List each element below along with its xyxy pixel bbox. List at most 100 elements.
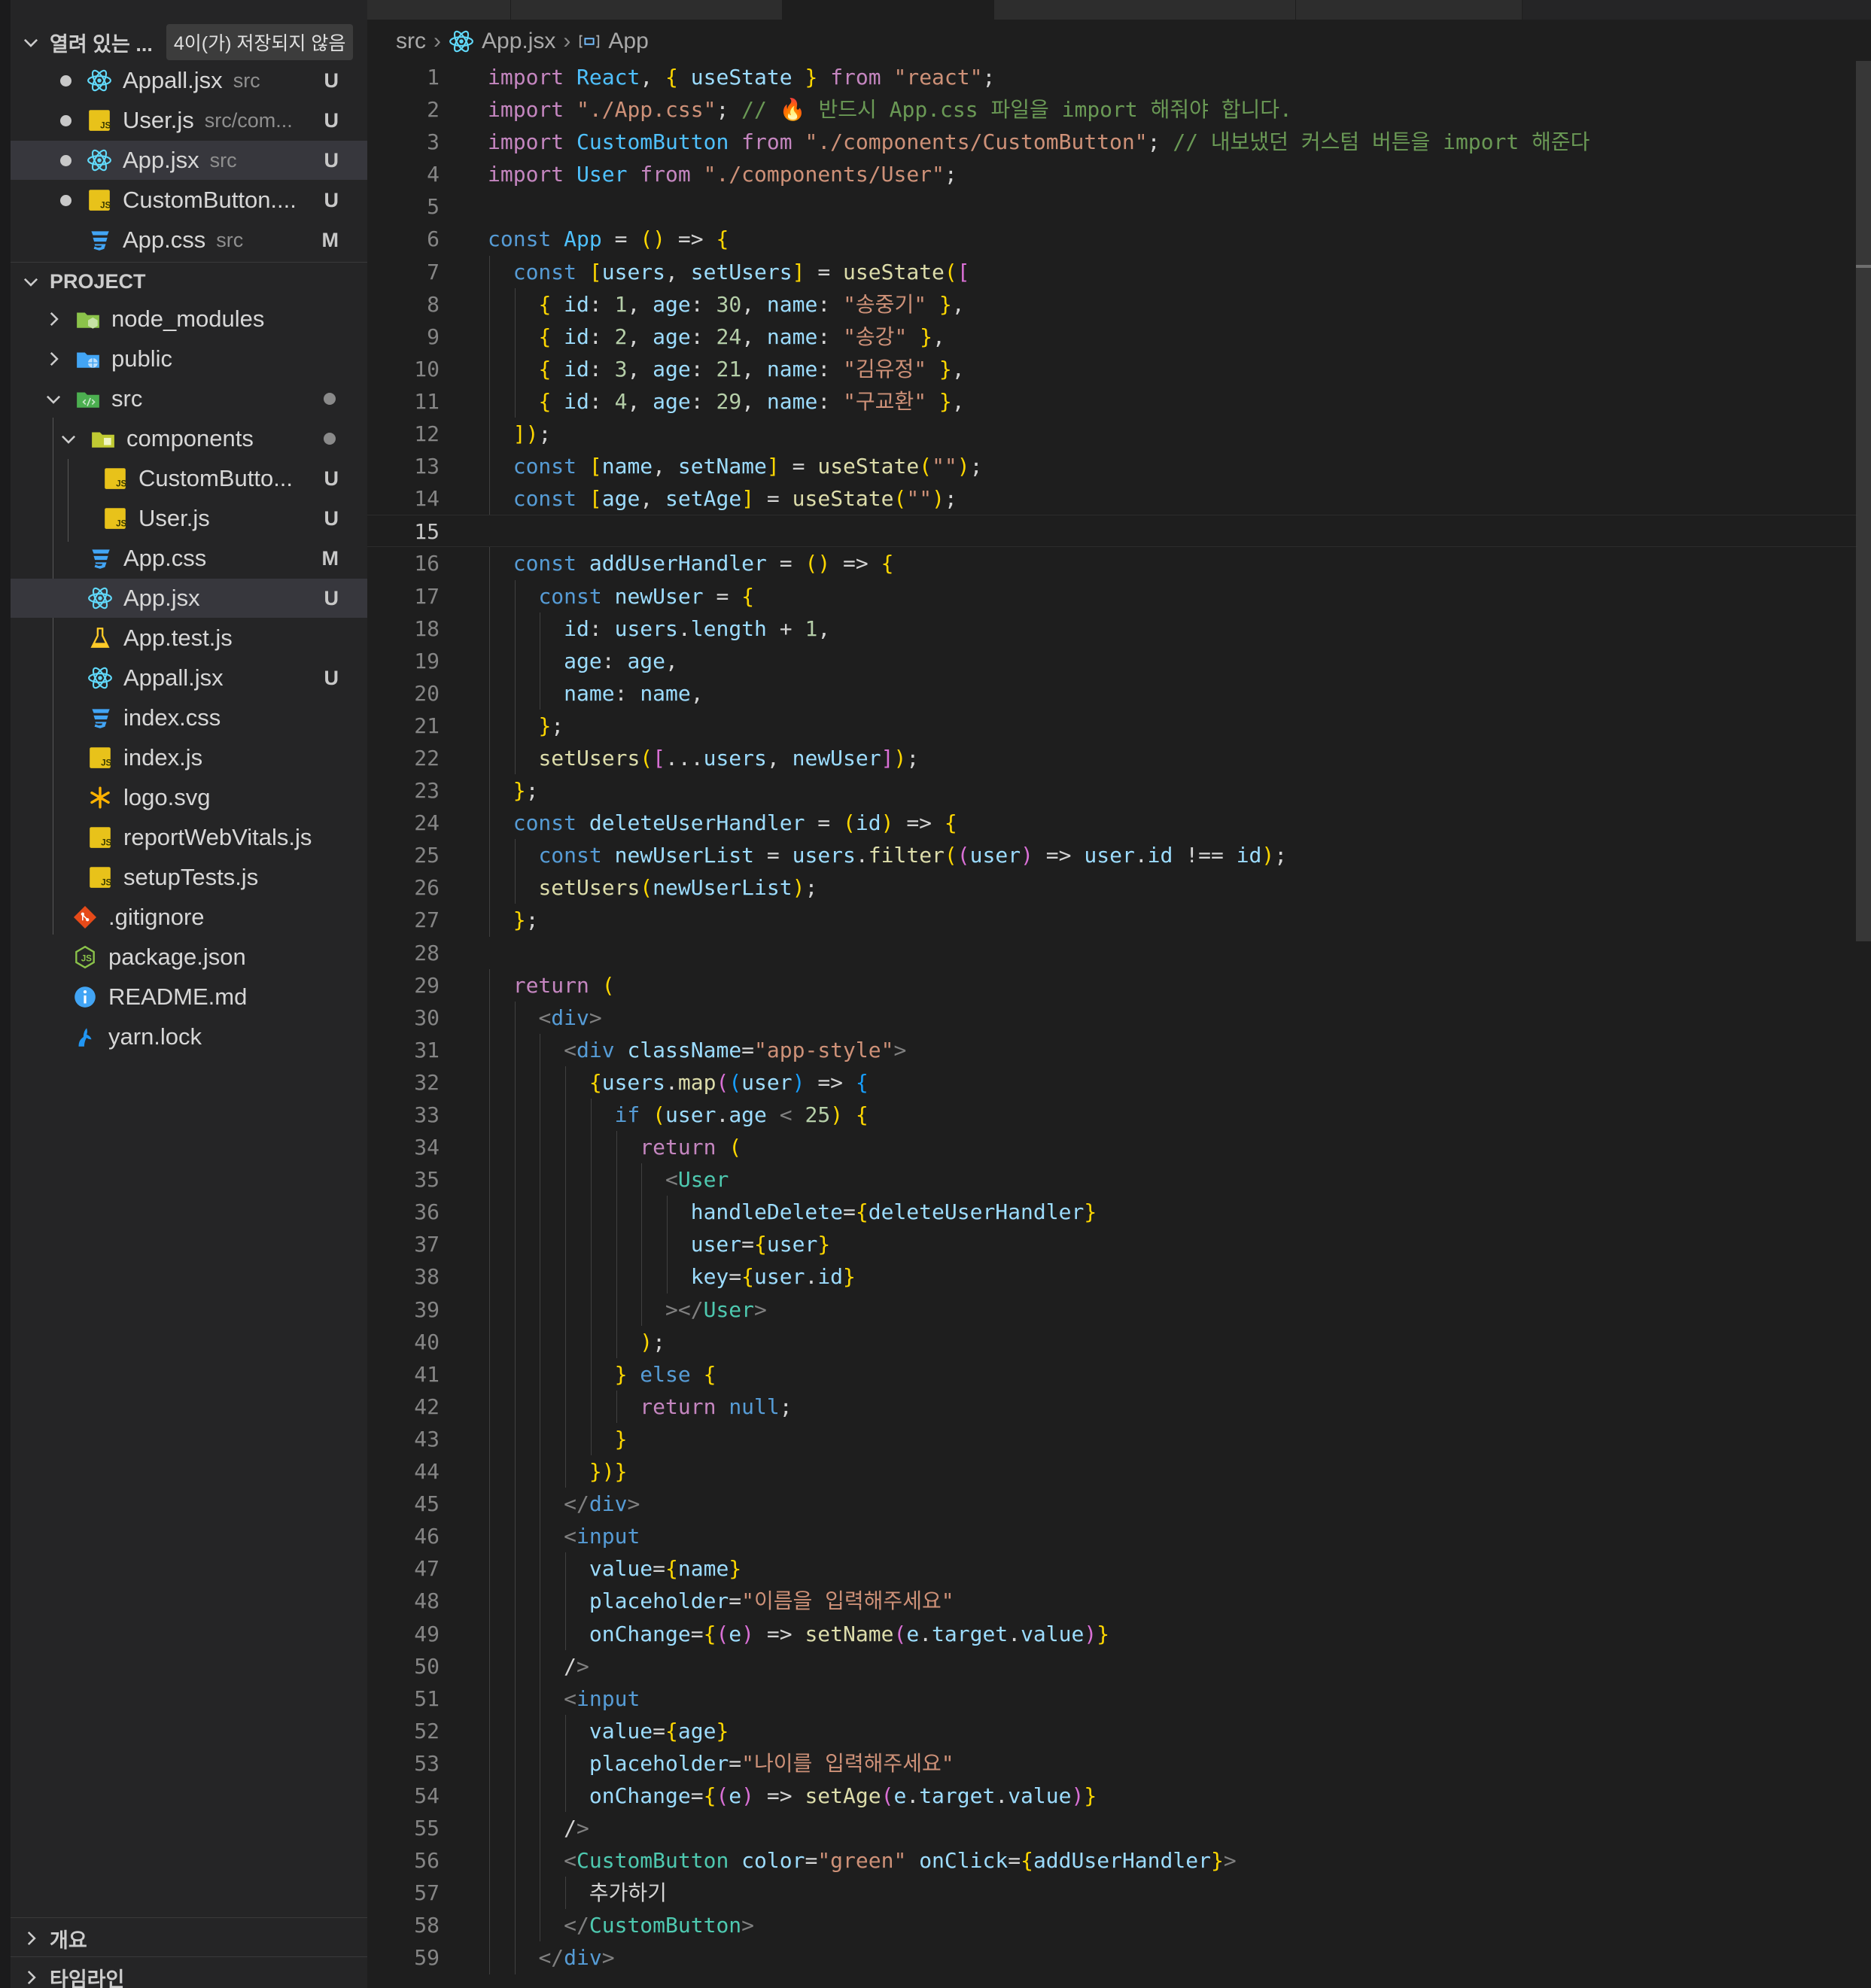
editor-scrollbar[interactable] xyxy=(1856,61,1871,941)
code-line[interactable]: 33 if (user.age < 25) { xyxy=(367,1099,1857,1132)
code-line[interactable]: 38 key={user.id} xyxy=(367,1260,1857,1293)
code-line[interactable]: 54 onChange={(e) => setAge(e.target.valu… xyxy=(367,1779,1857,1813)
code-line[interactable]: 2 import "./App.css"; // 🔥 반드시 App.css 파일… xyxy=(367,93,1857,126)
code-line[interactable]: 53 placeholder="나이를 입력해주세요" xyxy=(367,1746,1857,1780)
tree-file[interactable]: JS User.js U xyxy=(11,499,367,538)
tree-file[interactable]: .gitignore xyxy=(11,898,367,937)
tree-folder-src[interactable]: src xyxy=(11,379,367,418)
code-line[interactable]: 17 const newUser = { xyxy=(367,579,1857,613)
code-line[interactable]: 9 { id: 2, age: 24, name: "송강" }, xyxy=(367,320,1857,353)
code-line[interactable]: 36 handleDelete={deleteUserHandler} xyxy=(367,1196,1857,1229)
open-editor-item[interactable]: JS User.js src/com... U xyxy=(11,101,367,140)
code-line[interactable]: 4 import User from "./components/User"; xyxy=(367,158,1857,190)
tree-file[interactable]: logo.svg xyxy=(11,778,367,817)
tree-file[interactable]: JS setupTests.js xyxy=(11,858,367,897)
line-number: 24 xyxy=(414,810,440,836)
breadcrumb-folder[interactable]: src xyxy=(396,29,426,54)
code-line[interactable]: 12 ]); xyxy=(367,418,1857,451)
code-line[interactable]: 21 }; xyxy=(367,709,1857,742)
code-line[interactable]: 5 xyxy=(367,190,1857,223)
code-line[interactable]: 18 id: users.length + 1, xyxy=(367,612,1857,645)
code-line[interactable]: 52 value={age} xyxy=(367,1714,1857,1747)
tree-folder-public[interactable]: public xyxy=(11,339,367,378)
timeline-header[interactable]: 타임라인 xyxy=(11,1958,367,1988)
code-line[interactable]: 25 const newUserList = users.filter((use… xyxy=(367,839,1857,872)
code-line[interactable]: 24 const deleteUserHandler = (id) => { xyxy=(367,807,1857,840)
line-number: 46 xyxy=(414,1524,440,1549)
outline-header[interactable]: 개요 xyxy=(11,1919,367,1958)
open-editors-header[interactable]: 열려 있는 ... 4이(가) 저장되지 않음 xyxy=(11,23,367,62)
code-line[interactable]: 45 </div> xyxy=(367,1488,1857,1521)
tree-file[interactable]: index.css xyxy=(11,698,367,737)
code-line[interactable]: 23 }; xyxy=(367,774,1857,807)
code-line[interactable]: 49 onChange={(e) => setName(e.target.val… xyxy=(367,1617,1857,1650)
code-line[interactable]: 51 <input xyxy=(367,1682,1857,1715)
tree-file[interactable]: Appall.jsx U xyxy=(11,658,367,698)
code-line[interactable]: 35 <User xyxy=(367,1163,1857,1196)
editor-tab[interactable] xyxy=(1296,0,1523,20)
code-editor[interactable]: 1 import React, { useState } from "react"… xyxy=(367,61,1857,1974)
code-line[interactable]: 6 const App = () => { xyxy=(367,223,1857,255)
code-line[interactable]: 13 const [name, setName] = useState(""); xyxy=(367,450,1857,483)
code-line[interactable]: 26 setUsers(newUserList); xyxy=(367,871,1857,904)
code-line[interactable]: 29 return ( xyxy=(367,968,1857,1002)
code-line[interactable]: 34 return ( xyxy=(367,1131,1857,1164)
code-line[interactable]: 22 setUsers([...users, newUser]); xyxy=(367,741,1857,775)
open-editor-item[interactable]: App.css src M xyxy=(11,220,367,260)
tree-folder-node-modules[interactable]: node_modules xyxy=(11,299,367,339)
code-line[interactable]: 56 <CustomButton color="green" onClick={… xyxy=(367,1844,1857,1877)
code-line[interactable]: 3 import CustomButton from "./components/… xyxy=(367,126,1857,158)
code-text: <div className="app-style"> xyxy=(564,1037,907,1062)
breadcrumb-file[interactable]: App.jsx xyxy=(482,29,555,54)
open-editor-item[interactable]: JS CustomButton.... U xyxy=(11,181,367,220)
breadcrumb-symbol[interactable]: App xyxy=(608,29,648,54)
code-line[interactable]: 41 } else { xyxy=(367,1357,1857,1391)
tree-file[interactable]: App.css M xyxy=(11,539,367,578)
code-line[interactable]: 14 const [age, setAge] = useState(""); xyxy=(367,482,1857,515)
code-line[interactable]: 48 placeholder="이름을 입력해주세요" xyxy=(367,1585,1857,1618)
editor-tab[interactable] xyxy=(994,0,1296,20)
code-line[interactable]: 27 }; xyxy=(367,904,1857,937)
code-line[interactable]: 32 {users.map((user) => { xyxy=(367,1065,1857,1099)
code-line[interactable]: 46 <input xyxy=(367,1520,1857,1553)
editor-tab[interactable] xyxy=(511,0,783,20)
code-line[interactable]: 43 } xyxy=(367,1422,1857,1456)
open-editor-item-active[interactable]: App.jsx src U xyxy=(11,141,367,180)
code-line[interactable]: 16 const addUserHandler = () => { xyxy=(367,547,1857,580)
code-line[interactable]: 50 /> xyxy=(367,1649,1857,1683)
code-line[interactable]: 1 import React, { useState } from "react"… xyxy=(367,61,1857,93)
tree-file[interactable]: README.md xyxy=(11,977,367,1017)
code-line[interactable]: 15 xyxy=(367,515,1857,548)
code-line[interactable]: 7 const [users, setUsers] = useState([ xyxy=(367,255,1857,288)
tree-file[interactable]: yarn.lock xyxy=(11,1017,367,1056)
code-line[interactable]: 31 <div className="app-style"> xyxy=(367,1033,1857,1066)
code-line[interactable]: 8 { id: 1, age: 30, name: "송중기" }, xyxy=(367,287,1857,321)
code-line[interactable]: 47 value={name} xyxy=(367,1552,1857,1585)
tree-folder-components[interactable]: components xyxy=(11,419,367,458)
code-line[interactable]: 58 </CustomButton> xyxy=(367,1909,1857,1942)
code-line[interactable]: 19 age: age, xyxy=(367,644,1857,677)
tree-file-active[interactable]: App.jsx U xyxy=(11,579,367,618)
code-line[interactable]: 44 })} xyxy=(367,1455,1857,1488)
project-header[interactable]: PROJECT xyxy=(11,262,367,301)
tree-file[interactable]: JS index.js xyxy=(11,738,367,777)
code-line[interactable]: 37 user={user} xyxy=(367,1228,1857,1261)
tree-file[interactable]: JS reportWebVitals.js xyxy=(11,818,367,857)
code-line[interactable]: 39 ></User> xyxy=(367,1293,1857,1326)
code-line[interactable]: 40 ); xyxy=(367,1325,1857,1358)
code-line[interactable]: 10 { id: 3, age: 21, name: "김유정" }, xyxy=(367,352,1857,385)
editor-tab-active[interactable] xyxy=(783,0,994,20)
editor-tab[interactable] xyxy=(367,0,511,20)
code-line[interactable]: 30 <div> xyxy=(367,1001,1857,1034)
code-line[interactable]: 11 { id: 4, age: 29, name: "구교환" }, xyxy=(367,385,1857,418)
tree-file[interactable]: JS CustomButto... U xyxy=(11,459,367,498)
code-line[interactable]: 59 </div> xyxy=(367,1941,1857,1974)
code-line[interactable]: 28 xyxy=(367,937,1857,969)
code-line[interactable]: 42 return null; xyxy=(367,1390,1857,1423)
tree-file[interactable]: JS package.json xyxy=(11,938,367,977)
tree-file[interactable]: App.test.js xyxy=(11,619,367,658)
code-line[interactable]: 57 추가하기 xyxy=(367,1877,1857,1910)
code-line[interactable]: 20 name: name, xyxy=(367,676,1857,710)
code-line[interactable]: 55 /> xyxy=(367,1812,1857,1845)
open-editor-item[interactable]: Appall.jsx src U xyxy=(11,61,367,100)
